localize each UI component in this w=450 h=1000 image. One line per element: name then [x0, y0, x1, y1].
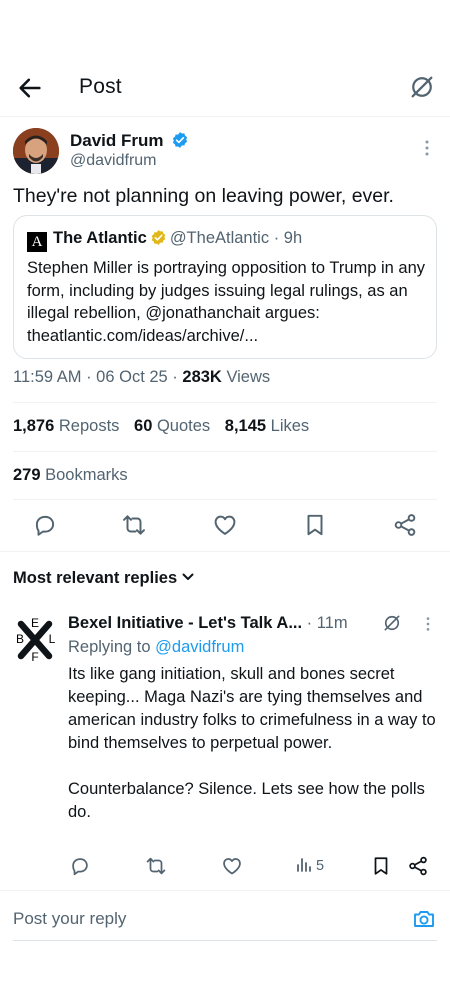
- repost-icon[interactable]: [121, 512, 147, 538]
- likes-count: 8,145: [224, 417, 267, 435]
- reposts-count: 1,876: [13, 417, 55, 435]
- page-title: Post: [79, 75, 122, 98]
- post-date: 06 Oct 25: [96, 368, 168, 386]
- quotes-stat[interactable]: 60 Quotes: [134, 417, 210, 435]
- quote-author-handle: @TheAtlantic: [169, 229, 270, 247]
- post-action-bar: [0, 512, 450, 540]
- reply-action-bar: 5: [0, 855, 450, 879]
- post-meta: 11:59 AM · 06 Oct 25 · 283K Views: [13, 368, 271, 386]
- verified-badge-icon: [173, 132, 188, 148]
- likes-label: Likes: [270, 417, 310, 435]
- quoted-post[interactable]: A The Atlantic @TheAtlantic · 9h Stephen …: [13, 215, 437, 359]
- avatar-letter-bottom: F: [31, 650, 38, 661]
- replying-to-mention[interactable]: @davidfrum: [155, 638, 244, 656]
- bookmarks-stat[interactable]: 279 Bookmarks: [13, 466, 128, 485]
- views-label: Views: [226, 368, 271, 386]
- reply-icon[interactable]: [69, 855, 91, 877]
- author-name[interactable]: David Frum: [70, 131, 189, 151]
- bookmarks-count: 279: [13, 466, 41, 484]
- reply-icon[interactable]: [32, 512, 58, 538]
- post-text: They're not planning on leaving power, e…: [13, 185, 394, 207]
- reposts-label: Reposts: [58, 417, 120, 435]
- divider: [13, 402, 437, 403]
- like-icon[interactable]: [212, 512, 238, 538]
- divider: [13, 940, 437, 941]
- grok-icon[interactable]: [408, 73, 436, 101]
- share-icon[interactable]: [407, 855, 429, 877]
- likes-stat[interactable]: 8,145 Likes: [225, 417, 309, 435]
- quote-header: A The Atlantic @TheAtlantic · 9h: [27, 229, 303, 252]
- camera-icon[interactable]: [412, 907, 436, 931]
- share-icon[interactable]: [392, 512, 418, 538]
- divider: [0, 116, 450, 117]
- views-count: 283K: [182, 368, 222, 386]
- bookmark-icon[interactable]: [302, 512, 328, 538]
- quotes-label: Quotes: [156, 417, 211, 435]
- reply-avatar[interactable]: E B L F: [13, 615, 59, 661]
- bookmark-icon[interactable]: [370, 855, 392, 877]
- views-icon: [297, 858, 311, 872]
- divider: [0, 551, 450, 552]
- like-icon[interactable]: [221, 855, 243, 877]
- divider: [0, 890, 450, 891]
- avatar[interactable]: [13, 128, 59, 174]
- repost-icon[interactable]: [145, 855, 167, 877]
- quote-time: · 9h: [273, 229, 303, 247]
- more-options-icon[interactable]: [419, 615, 437, 633]
- reply-author-name[interactable]: Bexel Initiative - Let's Talk A...: [68, 614, 302, 632]
- quote-text: Stephen Miller is portraying opposition …: [27, 259, 426, 345]
- grok-icon[interactable]: [382, 613, 402, 633]
- engagement-stats: 1,876 Reposts 60 Quotes 8,145 Likes: [13, 417, 319, 436]
- reposts-stat[interactable]: 1,876 Reposts: [13, 417, 119, 435]
- reply-time: · 11m: [306, 614, 348, 632]
- avatar-letter-right: L: [49, 632, 56, 646]
- chevron-down-icon: [182, 573, 194, 580]
- replying-to-label: Replying to: [68, 638, 151, 656]
- replies-sort-label: Most relevant replies: [13, 569, 178, 587]
- post-author: David Frum @davidfrum: [13, 128, 437, 176]
- back-arrow-icon[interactable]: [16, 74, 44, 102]
- avatar-letter-top: E: [31, 616, 39, 630]
- top-bar: Post: [0, 62, 450, 112]
- author-name-text: David Frum: [70, 131, 164, 150]
- author-handle[interactable]: @davidfrum: [70, 152, 157, 170]
- reply-text: Its like gang initiation, skull and bone…: [68, 665, 436, 821]
- reply-composer: [0, 904, 450, 944]
- quote-author-name: The Atlantic: [53, 229, 147, 247]
- avatar-letter-left: B: [16, 632, 24, 646]
- reply-header: Bexel Initiative - Let's Talk A... · 11m: [68, 614, 348, 633]
- divider: [13, 451, 437, 452]
- post-time: 11:59 AM: [13, 368, 82, 386]
- replying-to: Replying to @davidfrum: [68, 638, 244, 657]
- divider: [13, 499, 437, 500]
- replies-sort-dropdown[interactable]: Most relevant replies: [13, 569, 195, 588]
- more-options-icon[interactable]: [417, 138, 437, 158]
- atlantic-logo-icon: A: [27, 232, 47, 252]
- quotes-count: 60: [134, 417, 153, 435]
- gold-verified-badge-icon: [151, 230, 165, 245]
- bookmarks-label: Bookmarks: [45, 466, 128, 484]
- reply-input[interactable]: [13, 909, 373, 929]
- views-count: 5: [316, 858, 325, 874]
- views-stat[interactable]: 5: [296, 857, 324, 874]
